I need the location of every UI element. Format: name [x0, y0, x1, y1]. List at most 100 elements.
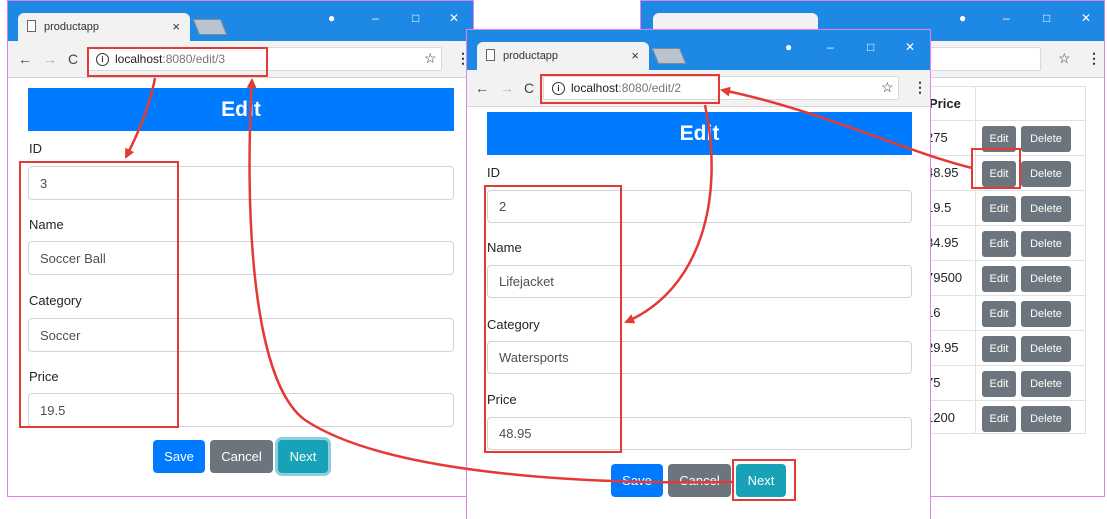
- name-label: Name: [487, 240, 522, 255]
- browser-window-edit-3: productapp × ● – □ ✕ ← → C i localhost:8…: [7, 0, 474, 497]
- delete-button[interactable]: Delete: [1021, 266, 1071, 292]
- url-path: :8080/edit/2: [618, 81, 682, 95]
- new-tab-button[interactable]: [192, 19, 228, 35]
- toolbar: ← → C i localhost:8080/edit/3 ☆ ⋮: [8, 41, 473, 78]
- close-icon[interactable]: ✕: [449, 11, 459, 25]
- forward-icon[interactable]: →: [43, 51, 57, 67]
- table-row: 19.5 Edit Delete: [926, 190, 1086, 225]
- tab-close-icon[interactable]: ×: [631, 48, 639, 63]
- browser-tab[interactable]: productapp ×: [18, 13, 190, 41]
- cancel-button[interactable]: Cancel: [210, 440, 273, 473]
- menu-icon[interactable]: ⋮: [913, 79, 927, 96]
- id-label: ID: [487, 165, 500, 180]
- edit-button[interactable]: Edit: [982, 336, 1016, 362]
- forward-icon[interactable]: →: [500, 80, 514, 96]
- edit-button[interactable]: Edit: [982, 196, 1016, 222]
- profile-icon[interactable]: ●: [959, 11, 966, 25]
- name-field[interactable]: Lifejacket: [487, 265, 912, 298]
- toolbar: ← → C i localhost:8080/edit/2 ☆ ⋮: [467, 70, 930, 107]
- back-icon[interactable]: ←: [18, 51, 32, 67]
- reload-icon[interactable]: C: [524, 80, 534, 96]
- delete-button[interactable]: Delete: [1021, 406, 1071, 432]
- delete-button[interactable]: Delete: [1021, 301, 1071, 327]
- name-field[interactable]: Soccer Ball: [28, 241, 454, 275]
- table-row: 16 Edit Delete: [926, 295, 1086, 330]
- maximize-icon[interactable]: □: [867, 40, 874, 54]
- table-row: 34.95 Edit Delete: [926, 225, 1086, 260]
- delete-button[interactable]: Delete: [1021, 161, 1071, 187]
- page-icon: [486, 49, 495, 61]
- price-field[interactable]: 48.95: [487, 417, 912, 450]
- maximize-icon[interactable]: □: [1043, 11, 1050, 25]
- id-field[interactable]: 3: [28, 166, 454, 200]
- id-label: ID: [29, 141, 42, 156]
- id-field[interactable]: 2: [487, 190, 912, 223]
- category-field[interactable]: Watersports: [487, 341, 912, 374]
- bookmark-star-icon[interactable]: ☆: [424, 50, 437, 67]
- table-row: 29.95 Edit Delete: [926, 330, 1086, 365]
- back-icon[interactable]: ←: [475, 80, 489, 96]
- minimize-icon[interactable]: –: [827, 40, 834, 54]
- title-bar: productapp × ● – □ ✕: [467, 30, 930, 70]
- edit-button[interactable]: Edit: [982, 301, 1016, 327]
- save-button[interactable]: Save: [153, 440, 205, 473]
- close-icon[interactable]: ✕: [905, 40, 915, 54]
- tab-title: productapp: [44, 21, 100, 33]
- info-icon[interactable]: i: [552, 81, 565, 95]
- address-bar[interactable]: i localhost:8080/edit/2: [543, 76, 899, 100]
- reload-icon[interactable]: C: [68, 51, 78, 67]
- page-icon: [27, 20, 36, 32]
- page-title: Edit: [28, 88, 454, 131]
- info-icon[interactable]: i: [96, 52, 109, 66]
- category-label: Category: [29, 293, 82, 308]
- save-button[interactable]: Save: [611, 464, 663, 497]
- edit-button[interactable]: Edit: [982, 231, 1016, 257]
- profile-icon[interactable]: ●: [785, 40, 792, 54]
- category-label: Category: [487, 317, 540, 332]
- edit-button[interactable]: Edit: [982, 266, 1016, 292]
- close-icon[interactable]: ✕: [1081, 11, 1091, 25]
- browser-tab[interactable]: productapp ×: [477, 42, 649, 70]
- minimize-icon[interactable]: –: [1003, 11, 1010, 25]
- price-label: Price: [487, 392, 517, 407]
- edit-button[interactable]: Edit: [982, 126, 1016, 152]
- next-button[interactable]: Next: [736, 464, 786, 497]
- url-path: :8080/edit/3: [162, 52, 226, 66]
- table-row: 79500 Edit Delete: [926, 260, 1086, 295]
- new-tab-button[interactable]: [651, 48, 687, 64]
- address-bar[interactable]: i localhost:8080/edit/3: [87, 47, 442, 71]
- delete-button[interactable]: Delete: [1021, 336, 1071, 362]
- delete-button[interactable]: Delete: [1021, 371, 1071, 397]
- table-row: 75 Edit Delete: [926, 365, 1086, 400]
- maximize-icon[interactable]: □: [412, 11, 419, 25]
- tab-close-icon[interactable]: ×: [172, 19, 180, 34]
- minimize-icon[interactable]: –: [372, 11, 379, 25]
- tab-title: productapp: [503, 50, 559, 62]
- delete-button[interactable]: Delete: [1021, 126, 1071, 152]
- profile-icon[interactable]: ●: [328, 11, 335, 25]
- menu-icon[interactable]: ⋮: [1087, 50, 1101, 67]
- price-cell: 79500: [926, 270, 963, 285]
- url-host: localhost: [115, 52, 163, 66]
- delete-button[interactable]: Delete: [1021, 231, 1071, 257]
- page-title: Edit: [487, 112, 912, 155]
- name-label: Name: [29, 217, 64, 232]
- bookmark-star-icon[interactable]: ☆: [881, 79, 894, 96]
- table-row: 1200 Edit Delete: [926, 400, 1086, 435]
- bookmark-star-icon[interactable]: ☆: [1058, 50, 1071, 67]
- cancel-button[interactable]: Cancel: [668, 464, 731, 497]
- category-field[interactable]: Soccer: [28, 318, 454, 352]
- edit-button[interactable]: Edit: [982, 371, 1016, 397]
- delete-button[interactable]: Delete: [1021, 196, 1071, 222]
- price-label: Price: [29, 369, 59, 384]
- next-button[interactable]: Next: [278, 440, 328, 473]
- browser-window-edit-2: productapp × ● – □ ✕ ← → C i localhost:8…: [466, 29, 931, 519]
- table-row: 275 Edit Delete: [926, 120, 1086, 155]
- edit-button[interactable]: Edit: [982, 406, 1016, 432]
- title-bar: productapp × ● – □ ✕: [8, 1, 473, 41]
- price-column-header: Price: [929, 96, 961, 111]
- price-field[interactable]: 19.5: [28, 393, 454, 427]
- edit-button[interactable]: Edit: [982, 161, 1016, 187]
- table-row: 48.95 Edit Delete: [926, 155, 1086, 190]
- url-host: localhost: [571, 81, 619, 95]
